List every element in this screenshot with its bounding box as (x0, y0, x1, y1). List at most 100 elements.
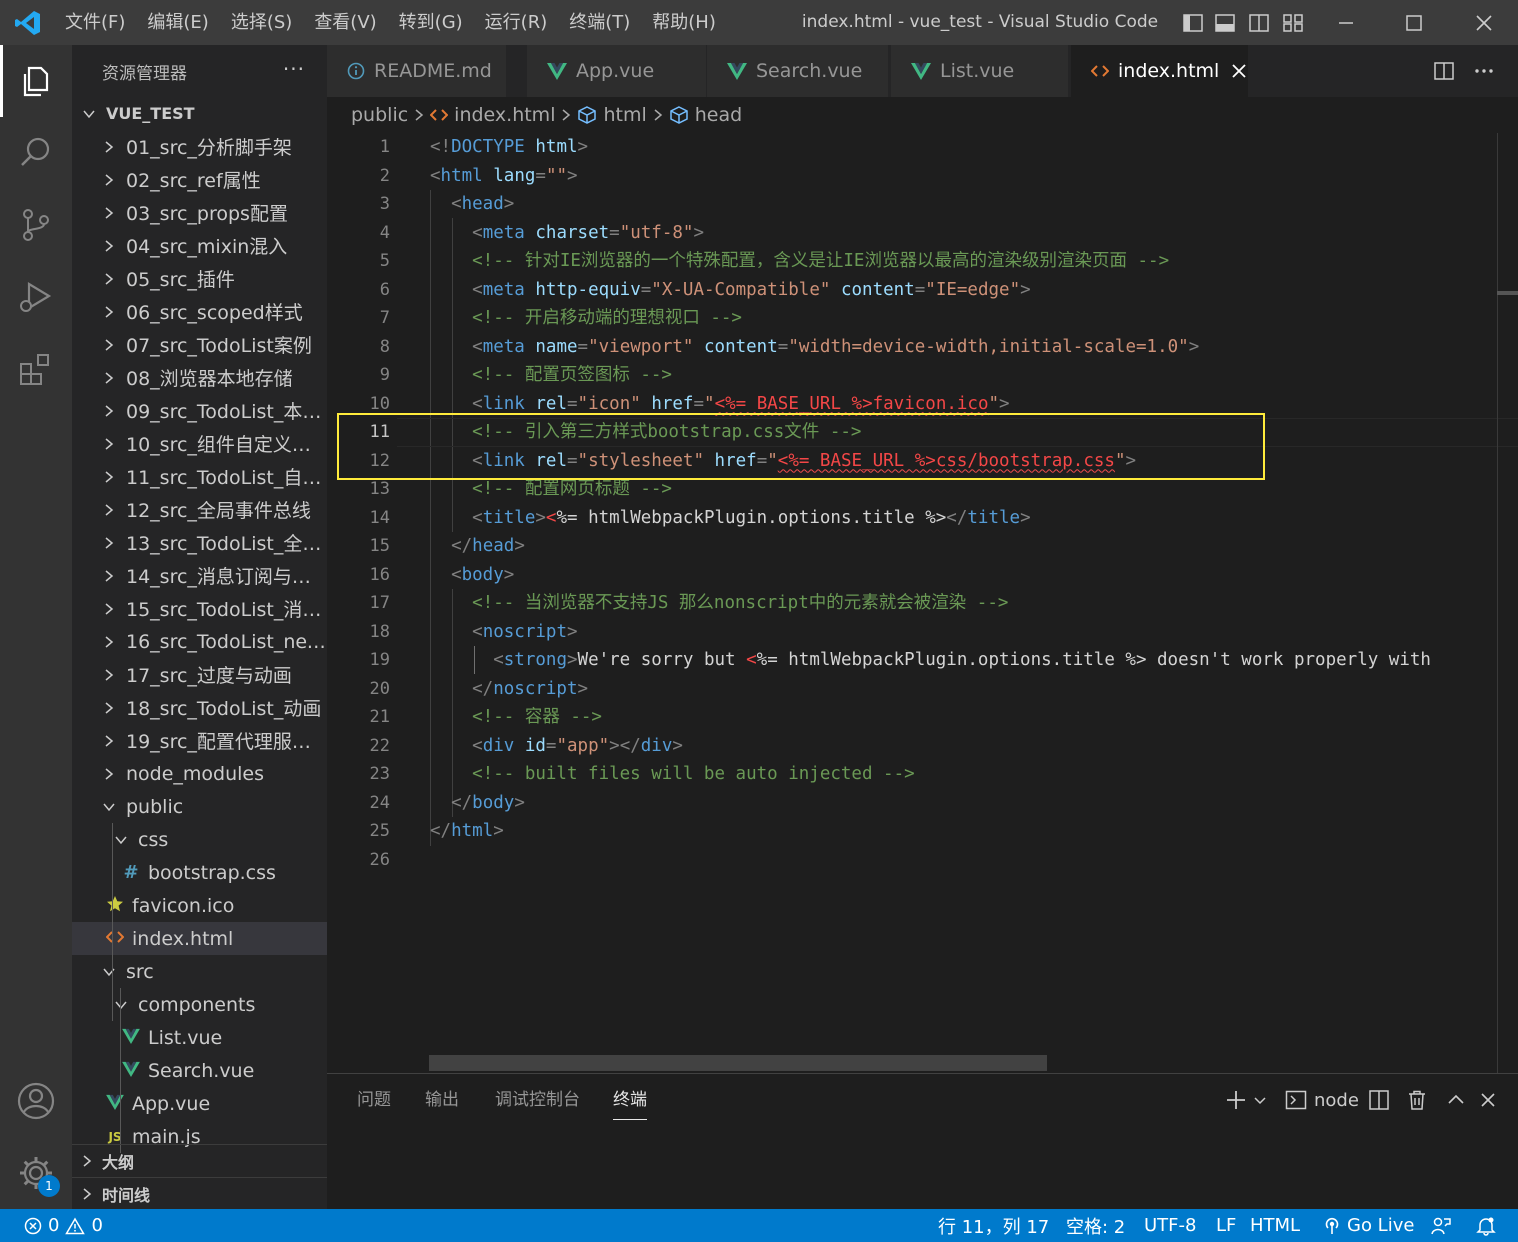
tree-folder[interactable]: 12_src_全局事件总线 (72, 493, 327, 526)
split-terminal-button[interactable] (1368, 1086, 1390, 1114)
activity-extensions[interactable] (0, 333, 72, 405)
code-line[interactable]: <meta charset="utf-8"> (430, 219, 704, 248)
tree-folder[interactable]: 18_src_TodoList_动画 (72, 691, 327, 724)
activity-run-debug[interactable] (0, 261, 72, 333)
panel-tab-output[interactable]: 输出 (425, 1074, 459, 1126)
tree-folder[interactable]: 14_src_消息订阅与发布 (72, 559, 327, 592)
tree-file-app-vue[interactable]: App.vue (72, 1087, 327, 1120)
menu-run[interactable]: 运行(R) (474, 0, 559, 45)
editor-more-actions[interactable] (1473, 45, 1495, 97)
maximize-button[interactable] (1380, 0, 1448, 45)
chevron-down-icon[interactable] (1253, 1093, 1267, 1107)
tree-folder-src[interactable]: src (72, 955, 327, 988)
tree-root-vue-test[interactable]: VUE_TEST (72, 97, 327, 130)
new-terminal-button[interactable] (1225, 1086, 1267, 1114)
activity-source-control[interactable] (0, 189, 72, 261)
panel-tab-debug-console[interactable]: 调试控制台 (495, 1074, 580, 1126)
vertical-scrollbar-track[interactable] (1497, 133, 1498, 1073)
tree-folder-css[interactable]: css (72, 823, 327, 856)
menu-view[interactable]: 查看(V) (303, 0, 387, 45)
tree-folder[interactable]: 04_src_mixin混入 (72, 229, 327, 262)
code-line[interactable]: <!DOCTYPE html> (430, 133, 588, 162)
tree-file-list-vue[interactable]: List.vue (72, 1021, 327, 1054)
close-panel-button[interactable] (1479, 1086, 1497, 1114)
code-line[interactable]: </html> (430, 817, 504, 846)
code-line[interactable]: <!-- 针对IE浏览器的一个特殊配置，含义是让IE浏览器以最高的渲染级别渲染页… (430, 247, 1169, 276)
tab-search-vue[interactable]: Search.vue (707, 45, 889, 97)
panel-tab-problems[interactable]: 问题 (357, 1074, 391, 1126)
more-actions-icon[interactable]: ··· (283, 57, 305, 81)
tree-folder[interactable]: 15_src_TodoList_消息... (72, 592, 327, 625)
code-line[interactable]: <!-- 当浏览器不支持JS 那么nonscript中的元素就会被渲染 --> (430, 589, 1008, 618)
code-line[interactable]: <!-- 配置页签图标 --> (430, 361, 672, 390)
indentation-status[interactable]: 空格: 2 (1066, 1209, 1125, 1242)
menu-terminal[interactable]: 终端(T) (558, 0, 641, 45)
breadcrumb-item[interactable]: html (603, 104, 646, 126)
tree-folder-components[interactable]: components (72, 988, 327, 1021)
go-live-button[interactable]: Go Live (1322, 1209, 1414, 1242)
tree-folder[interactable]: 13_src_TodoList_全局... (72, 526, 327, 559)
menu-help[interactable]: 帮助(H) (641, 0, 727, 45)
tree-file-favicon[interactable]: favicon.ico (72, 889, 327, 922)
code-line[interactable]: </body> (430, 789, 525, 818)
language-mode[interactable]: HTML (1250, 1209, 1300, 1242)
tree-folder[interactable]: node_modules (72, 757, 327, 790)
code-editor[interactable]: 1 <!DOCTYPE html> 2 <html lang=""> 3 <head> 4… (327, 133, 1518, 1073)
problems-status[interactable]: 0 0 (24, 1209, 103, 1242)
tree-folder[interactable]: 17_src_过度与动画 (72, 658, 327, 691)
tab-readme[interactable]: README.md (327, 45, 507, 97)
terminal-selector[interactable]: node (1285, 1086, 1359, 1114)
breadcrumb-item[interactable]: index.html (454, 104, 555, 126)
cursor-position[interactable]: 行 11，列 17 (938, 1209, 1049, 1242)
encoding-status[interactable]: UTF-8 (1144, 1209, 1196, 1242)
tree-file-search-vue[interactable]: Search.vue (72, 1054, 327, 1087)
tree-folder[interactable]: 11_src_TodoList_自定... (72, 460, 327, 493)
customize-layout-icon[interactable] (1282, 12, 1304, 34)
outline-section[interactable]: 大纲 (72, 1144, 327, 1177)
code-line[interactable]: <head> (430, 190, 514, 219)
activity-search[interactable] (0, 117, 72, 189)
timeline-section[interactable]: 时间线 (72, 1177, 327, 1209)
code-line[interactable]: <!-- 开启移动端的理想视口 --> (430, 304, 742, 333)
breadcrumb-item[interactable]: public (351, 104, 408, 126)
tree-folder[interactable]: 08_浏览器本地存储 (72, 361, 327, 394)
notifications-button[interactable] (1476, 1209, 1496, 1242)
eol-status[interactable]: LF (1216, 1209, 1236, 1242)
activity-explorer[interactable] (0, 45, 72, 117)
menu-edit[interactable]: 编辑(E) (136, 0, 219, 45)
code-line[interactable]: <noscript> (430, 618, 577, 647)
tree-folder[interactable]: 05_src_插件 (72, 262, 327, 295)
horizontal-scrollbar[interactable] (429, 1055, 1047, 1071)
breadcrumb-item[interactable]: head (695, 104, 742, 126)
kill-terminal-button[interactable] (1406, 1086, 1428, 1114)
split-editor-button[interactable] (1433, 45, 1455, 97)
tree-file-bootstrap-css[interactable]: # bootstrap.css (72, 856, 327, 889)
tree-folder[interactable]: 01_src_分析脚手架 (72, 130, 327, 163)
activity-settings[interactable]: 1 (0, 1137, 72, 1209)
maximize-panel-button[interactable] (1446, 1086, 1466, 1114)
code-line[interactable]: <!-- built files will be auto injected -… (430, 760, 915, 789)
feedback-button[interactable] (1430, 1209, 1452, 1242)
tree-folder-public[interactable]: public (72, 790, 327, 823)
tree-file-index-html[interactable]: index.html (72, 922, 327, 955)
code-line[interactable]: <!-- 容器 --> (430, 703, 602, 732)
code-line[interactable]: <html lang=""> (430, 162, 578, 191)
tree-folder[interactable]: 16_src_TodoList_nextT... (72, 625, 327, 658)
menu-go[interactable]: 转到(G) (388, 0, 474, 45)
tree-folder[interactable]: 02_src_ref属性 (72, 163, 327, 196)
toggle-panel-icon[interactable] (1214, 12, 1236, 34)
tree-folder[interactable]: 06_src_scoped样式 (72, 295, 327, 328)
tab-list-vue[interactable]: List.vue (891, 45, 1069, 97)
tree-folder[interactable]: 03_src_props配置 (72, 196, 327, 229)
toggle-sidebar-icon[interactable] (1182, 12, 1204, 34)
toggle-secondary-sidebar-icon[interactable] (1248, 12, 1270, 34)
activity-account[interactable] (0, 1065, 72, 1137)
close-tab-icon[interactable] (1231, 63, 1247, 79)
tree-folder[interactable]: 19_src_配置代理服务器 (72, 724, 327, 757)
code-line[interactable]: <body> (430, 561, 514, 590)
close-window-button[interactable] (1450, 0, 1518, 45)
code-line[interactable]: <div id="app"></div> (430, 732, 683, 761)
menu-selection[interactable]: 选择(S) (220, 0, 303, 45)
code-line[interactable]: <title><%= htmlWebpackPlugin.options.tit… (430, 504, 1030, 533)
tree-folder[interactable]: 07_src_TodoList案例 (72, 328, 327, 361)
